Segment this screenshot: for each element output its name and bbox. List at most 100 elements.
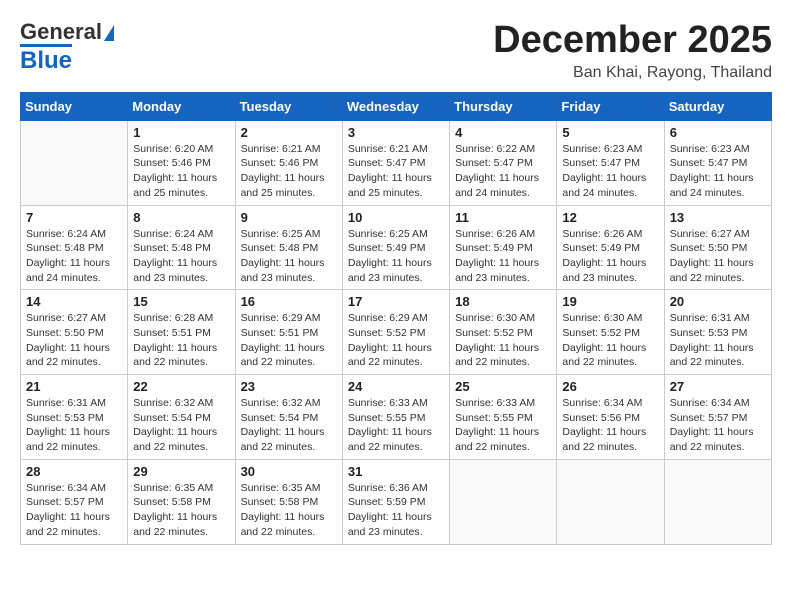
calendar-cell: 8Sunrise: 6:24 AMSunset: 5:48 PMDaylight…	[128, 205, 235, 290]
cell-info: Sunrise: 6:26 AMSunset: 5:49 PMDaylight:…	[562, 227, 658, 286]
calendar-week-row: 7Sunrise: 6:24 AMSunset: 5:48 PMDaylight…	[21, 205, 772, 290]
calendar-table: SundayMondayTuesdayWednesdayThursdayFrid…	[20, 92, 772, 545]
calendar-cell: 6 Sunrise: 6:23 AMSunset: 5:47 PMDaylight…	[664, 120, 771, 205]
cell-info: Sunrise: 6:23 AMSunset: 5:47 PMDaylight:…	[670, 142, 766, 201]
calendar-week-row: 21 Sunrise: 6:31 AMSunset: 5:53 PMDayligh…	[21, 375, 772, 460]
cell-info: Sunrise: 6:36 AMSunset: 5:59 PMDaylight:…	[348, 481, 444, 540]
day-number: 3	[348, 125, 444, 140]
month-title: December 2025	[493, 20, 772, 62]
cell-info: Sunrise: 6:23 AMSunset: 5:47 PMDaylight:…	[562, 142, 658, 201]
calendar-cell: 30 Sunrise: 6:35 AMSunset: 5:58 PMDayligh…	[235, 459, 342, 544]
day-number: 15	[133, 294, 229, 309]
cell-info: Sunrise: 6:29 AMSunset: 5:52 PMDaylight:…	[348, 311, 444, 370]
calendar-cell	[557, 459, 664, 544]
cell-info: Sunrise: 6:31 AMSunset: 5:53 PMDaylight:…	[26, 396, 122, 455]
day-number: 21	[26, 379, 122, 394]
weekday-header: Thursday	[450, 92, 557, 120]
logo-blue: Blue	[20, 44, 72, 74]
calendar-cell	[450, 459, 557, 544]
day-number: 25	[455, 379, 551, 394]
calendar-cell: 22 Sunrise: 6:32 AMSunset: 5:54 PMDayligh…	[128, 375, 235, 460]
day-number: 19	[562, 294, 658, 309]
calendar-cell: 23Sunrise: 6:32 AMSunset: 5:54 PMDayligh…	[235, 375, 342, 460]
cell-info: Sunrise: 6:22 AMSunset: 5:47 PMDaylight:…	[455, 142, 551, 201]
cell-info: Sunrise: 6:20 AMSunset: 5:46 PMDaylight:…	[133, 142, 229, 201]
page-header: General Blue December 2025 Ban Khai, Ray…	[20, 20, 772, 82]
cell-info: Sunrise: 6:30 AMSunset: 5:52 PMDaylight:…	[455, 311, 551, 370]
day-number: 28	[26, 464, 122, 479]
title-area: December 2025 Ban Khai, Rayong, Thailand	[493, 20, 772, 82]
calendar-cell: 11 Sunrise: 6:26 AMSunset: 5:49 PMDayligh…	[450, 205, 557, 290]
calendar-cell: 2 Sunrise: 6:21 AMSunset: 5:46 PMDaylight…	[235, 120, 342, 205]
calendar-cell: 13Sunrise: 6:27 AMSunset: 5:50 PMDayligh…	[664, 205, 771, 290]
calendar-cell: 26 Sunrise: 6:34 AMSunset: 5:56 PMDayligh…	[557, 375, 664, 460]
calendar-cell: 19Sunrise: 6:30 AMSunset: 5:52 PMDayligh…	[557, 290, 664, 375]
calendar-cell: 31 Sunrise: 6:36 AMSunset: 5:59 PMDayligh…	[342, 459, 449, 544]
calendar-cell: 16Sunrise: 6:29 AMSunset: 5:51 PMDayligh…	[235, 290, 342, 375]
weekday-header: Sunday	[21, 92, 128, 120]
calendar-cell: 25 Sunrise: 6:33 AMSunset: 5:55 PMDayligh…	[450, 375, 557, 460]
calendar-cell: 3 Sunrise: 6:21 AMSunset: 5:47 PMDaylight…	[342, 120, 449, 205]
day-number: 7	[26, 210, 122, 225]
cell-info: Sunrise: 6:21 AMSunset: 5:47 PMDaylight:…	[348, 142, 444, 201]
cell-info: Sunrise: 6:33 AMSunset: 5:55 PMDaylight:…	[455, 396, 551, 455]
cell-info: Sunrise: 6:34 AMSunset: 5:56 PMDaylight:…	[562, 396, 658, 455]
calendar-cell: 21 Sunrise: 6:31 AMSunset: 5:53 PMDayligh…	[21, 375, 128, 460]
calendar-cell: 5 Sunrise: 6:23 AMSunset: 5:47 PMDaylight…	[557, 120, 664, 205]
weekday-header: Monday	[128, 92, 235, 120]
day-number: 27	[670, 379, 766, 394]
day-number: 2	[241, 125, 337, 140]
cell-info: Sunrise: 6:31 AMSunset: 5:53 PMDaylight:…	[670, 311, 766, 370]
day-number: 17	[348, 294, 444, 309]
cell-info: Sunrise: 6:34 AMSunset: 5:57 PMDaylight:…	[26, 481, 122, 540]
day-number: 9	[241, 210, 337, 225]
day-number: 12	[562, 210, 658, 225]
cell-info: Sunrise: 6:28 AMSunset: 5:51 PMDaylight:…	[133, 311, 229, 370]
calendar-cell: 29Sunrise: 6:35 AMSunset: 5:58 PMDayligh…	[128, 459, 235, 544]
calendar-cell	[21, 120, 128, 205]
day-number: 24	[348, 379, 444, 394]
calendar-cell: 4 Sunrise: 6:22 AMSunset: 5:47 PMDaylight…	[450, 120, 557, 205]
logo-general: General	[20, 20, 114, 44]
day-number: 13	[670, 210, 766, 225]
calendar-cell: 24Sunrise: 6:33 AMSunset: 5:55 PMDayligh…	[342, 375, 449, 460]
day-number: 14	[26, 294, 122, 309]
day-number: 4	[455, 125, 551, 140]
day-number: 30	[241, 464, 337, 479]
cell-info: Sunrise: 6:27 AMSunset: 5:50 PMDaylight:…	[26, 311, 122, 370]
cell-info: Sunrise: 6:34 AMSunset: 5:57 PMDaylight:…	[670, 396, 766, 455]
calendar-cell: 12 Sunrise: 6:26 AMSunset: 5:49 PMDayligh…	[557, 205, 664, 290]
location-title: Ban Khai, Rayong, Thailand	[493, 64, 772, 82]
weekday-header: Tuesday	[235, 92, 342, 120]
cell-info: Sunrise: 6:25 AMSunset: 5:49 PMDaylight:…	[348, 227, 444, 286]
weekday-header: Friday	[557, 92, 664, 120]
calendar-cell: 28 Sunrise: 6:34 AMSunset: 5:57 PMDayligh…	[21, 459, 128, 544]
calendar-cell: 9 Sunrise: 6:25 AMSunset: 5:48 PMDaylight…	[235, 205, 342, 290]
day-number: 11	[455, 210, 551, 225]
day-number: 8	[133, 210, 229, 225]
calendar-cell: 18 Sunrise: 6:30 AMSunset: 5:52 PMDayligh…	[450, 290, 557, 375]
day-number: 18	[455, 294, 551, 309]
calendar-week-row: 28 Sunrise: 6:34 AMSunset: 5:57 PMDayligh…	[21, 459, 772, 544]
day-number: 20	[670, 294, 766, 309]
cell-info: Sunrise: 6:25 AMSunset: 5:48 PMDaylight:…	[241, 227, 337, 286]
day-number: 22	[133, 379, 229, 394]
logo: General Blue	[20, 20, 114, 75]
day-number: 31	[348, 464, 444, 479]
cell-info: Sunrise: 6:35 AMSunset: 5:58 PMDaylight:…	[241, 481, 337, 540]
calendar-header-row: SundayMondayTuesdayWednesdayThursdayFrid…	[21, 92, 772, 120]
weekday-header: Wednesday	[342, 92, 449, 120]
day-number: 26	[562, 379, 658, 394]
cell-info: Sunrise: 6:21 AMSunset: 5:46 PMDaylight:…	[241, 142, 337, 201]
day-number: 29	[133, 464, 229, 479]
day-number: 5	[562, 125, 658, 140]
calendar-cell: 1Sunrise: 6:20 AMSunset: 5:46 PMDaylight…	[128, 120, 235, 205]
calendar-cell: 17 Sunrise: 6:29 AMSunset: 5:52 PMDayligh…	[342, 290, 449, 375]
calendar-cell: 27 Sunrise: 6:34 AMSunset: 5:57 PMDayligh…	[664, 375, 771, 460]
calendar-cell: 7Sunrise: 6:24 AMSunset: 5:48 PMDaylight…	[21, 205, 128, 290]
day-number: 6	[670, 125, 766, 140]
cell-info: Sunrise: 6:26 AMSunset: 5:49 PMDaylight:…	[455, 227, 551, 286]
cell-info: Sunrise: 6:32 AMSunset: 5:54 PMDaylight:…	[133, 396, 229, 455]
day-number: 10	[348, 210, 444, 225]
day-number: 16	[241, 294, 337, 309]
